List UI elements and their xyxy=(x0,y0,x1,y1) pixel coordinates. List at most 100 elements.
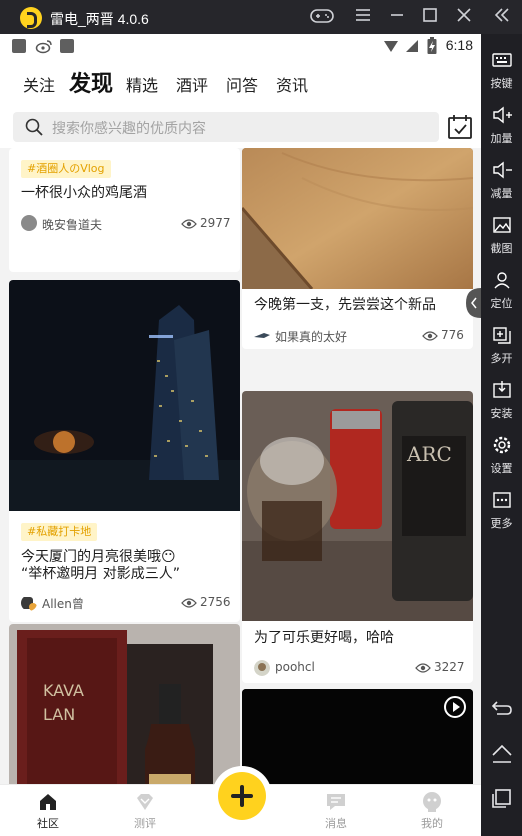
post-title: 今晚第一支，先尝尝这个新品 xyxy=(254,297,436,313)
menu-icon[interactable] xyxy=(352,7,374,27)
avatar[interactable] xyxy=(21,595,37,611)
home-community-icon xyxy=(40,794,56,810)
discover-feed: #酒圈人のVlog 一杯很小众的鸡尾酒 晚安鲁道夫 2977 今晚第一支，先尝尝… xyxy=(0,148,481,784)
eye-icon xyxy=(181,219,197,229)
sidebar-item-label: 设置 xyxy=(490,463,513,475)
wifi-icon xyxy=(384,41,398,52)
sidebar-item-multi-instance[interactable]: 多开 xyxy=(481,321,522,371)
gamepad-icon[interactable] xyxy=(310,7,334,27)
post-card[interactable]: 今晚第一支，先尝尝这个新品 如果真的太好 776 xyxy=(242,148,473,349)
view-count: 776 xyxy=(441,328,464,342)
notification-icon xyxy=(60,39,74,53)
sidebar-item-location[interactable]: 定位 xyxy=(481,266,522,316)
phone-screen: 6:18 关注 发现 精选 酒评 问答 资讯 搜索你感兴趣的优质内容 #酒圈人の… xyxy=(0,34,481,836)
volume-down-icon xyxy=(492,161,512,179)
multi-instance-icon xyxy=(492,327,511,344)
android-status-bar: 6:18 xyxy=(0,34,481,58)
back-icon[interactable] xyxy=(489,696,515,722)
tab-qa[interactable]: 问答 xyxy=(226,72,258,96)
sidebar-item-label: 减量 xyxy=(490,188,513,200)
eye-icon xyxy=(181,598,197,608)
signal-icon xyxy=(406,40,418,52)
view-count: 2756 xyxy=(200,595,231,609)
post-title: 为了可乐更好喝，哈哈 xyxy=(254,630,394,646)
side-scroll-handle-icon[interactable] xyxy=(466,288,481,318)
nav-messages[interactable]: 消息 xyxy=(306,791,366,831)
nav-community[interactable]: 社区 xyxy=(18,791,78,831)
topic-tag[interactable]: #酒圈人のVlog xyxy=(21,160,111,178)
notification-icon xyxy=(12,39,26,53)
volume-up-icon xyxy=(492,106,512,124)
post-author[interactable]: 晚安鲁道夫 xyxy=(42,216,102,233)
tab-featured[interactable]: 精选 xyxy=(126,72,158,96)
post-card[interactable] xyxy=(242,689,473,784)
weibo-icon xyxy=(35,40,52,54)
nav-label: 测评 xyxy=(134,817,156,830)
nav-me[interactable]: 我的 xyxy=(402,791,462,831)
avatar[interactable] xyxy=(21,215,37,231)
sidebar-item-volume-up[interactable]: 加量 xyxy=(481,101,522,151)
post-author[interactable]: poohcl xyxy=(275,660,315,674)
screenshot-icon xyxy=(492,217,511,233)
search-bar[interactable]: 搜索你感兴趣的优质内容 xyxy=(13,112,439,142)
search-icon xyxy=(25,118,43,136)
install-icon xyxy=(492,381,511,398)
post-image xyxy=(242,148,473,289)
post-image xyxy=(242,689,473,784)
search-placeholder: 搜索你感兴趣的优质内容 xyxy=(52,121,206,137)
sidebar-item-install[interactable]: 安装 xyxy=(481,376,522,426)
avatar[interactable] xyxy=(254,660,270,676)
view-count: 3227 xyxy=(434,660,465,674)
svg-text:ARC: ARC xyxy=(406,442,452,466)
topic-tag[interactable]: #私藏打卡地 xyxy=(21,523,98,541)
calendar-check-icon[interactable] xyxy=(447,114,473,140)
post-card[interactable]: #私藏打卡地 今天厦门的月亮很美哦😶 “举杯邀明月 对影成三人” Allen曾 … xyxy=(9,280,240,622)
minimize-icon[interactable] xyxy=(386,7,408,27)
post-card[interactable]: KAVA LAN xyxy=(9,624,240,784)
nav-label: 我的 xyxy=(421,817,443,830)
message-icon xyxy=(327,794,345,810)
post-card[interactable]: #酒圈人のVlog 一杯很小众的鸡尾酒 晚安鲁道夫 2977 xyxy=(9,148,240,272)
tab-news[interactable]: 资讯 xyxy=(276,72,308,96)
video-play-icon[interactable] xyxy=(443,695,467,719)
location-icon xyxy=(493,272,510,289)
post-author[interactable]: 如果真的太好 xyxy=(275,328,347,345)
sidebar-item-label: 截图 xyxy=(490,243,513,255)
close-icon[interactable] xyxy=(453,7,475,27)
collapse-sidebar-icon[interactable] xyxy=(491,7,513,27)
tab-follow[interactable]: 关注 xyxy=(23,72,55,96)
window-title: 雷电_两晋 4.0.6 xyxy=(50,11,149,27)
sidebar-item-volume-down[interactable]: 减量 xyxy=(481,156,522,206)
eye-icon xyxy=(415,663,431,673)
nav-label: 社区 xyxy=(37,817,59,830)
recent-apps-icon[interactable] xyxy=(489,786,515,812)
post-title: “举杯邀明月 对影成三人” xyxy=(21,566,180,582)
view-count: 2977 xyxy=(200,216,231,230)
eye-icon xyxy=(422,331,438,341)
sidebar-item-label: 按键 xyxy=(490,78,513,90)
sidebar-item-keymap[interactable]: 按键 xyxy=(481,46,522,96)
home-icon[interactable] xyxy=(489,742,515,768)
keyboard-icon xyxy=(491,53,512,67)
post-author[interactable]: Allen曾 xyxy=(42,595,84,612)
sidebar-item-label: 安装 xyxy=(490,408,513,420)
nav-review[interactable]: 测评 xyxy=(115,791,175,831)
post-card[interactable]: ARC 为了可乐更好喝，哈哈 poohcl 3227 xyxy=(242,391,473,683)
profile-face-icon xyxy=(423,792,441,812)
tab-reviews[interactable]: 酒评 xyxy=(176,72,208,96)
sidebar-item-label: 定位 xyxy=(490,298,513,310)
nav-label: 消息 xyxy=(325,817,347,830)
maximize-icon[interactable] xyxy=(419,7,441,27)
tab-discover[interactable]: 发现 xyxy=(69,66,114,98)
svg-text:KAVA: KAVA xyxy=(43,681,84,700)
sidebar-item-screenshot[interactable]: 截图 xyxy=(481,211,522,261)
post-title: 一杯很小众的鸡尾酒 xyxy=(21,185,147,201)
sidebar-item-settings[interactable]: 设置 xyxy=(481,431,522,481)
sidebar-item-more[interactable]: 更多 xyxy=(481,486,522,536)
top-tabs: 关注 发现 精选 酒评 问答 资讯 xyxy=(0,64,481,104)
more-icon xyxy=(492,492,511,508)
create-post-button[interactable] xyxy=(218,772,266,820)
status-clock: 6:18 xyxy=(445,37,473,53)
avatar[interactable] xyxy=(254,327,270,343)
sidebar-item-label: 多开 xyxy=(490,353,513,365)
